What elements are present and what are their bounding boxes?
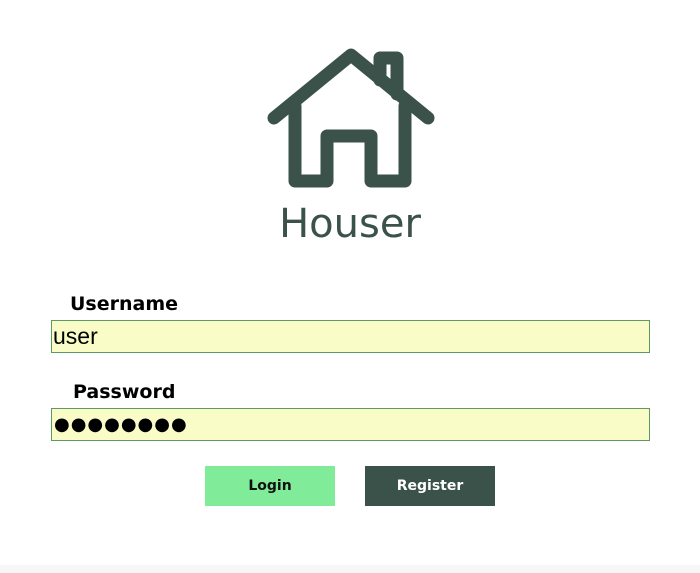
bottom-bar (0, 565, 700, 573)
password-input[interactable]: ●●●●●●●● (51, 408, 650, 441)
password-masked-value: ●●●●●●●● (54, 414, 188, 435)
app-title: Houser (279, 201, 421, 247)
username-value: user (53, 323, 98, 349)
house-icon (267, 48, 435, 188)
username-input[interactable]: user (51, 320, 650, 353)
register-button[interactable]: Register (365, 466, 495, 506)
login-button[interactable]: Login (205, 466, 335, 506)
username-label: Username (70, 293, 179, 315)
password-label: Password (73, 381, 176, 403)
